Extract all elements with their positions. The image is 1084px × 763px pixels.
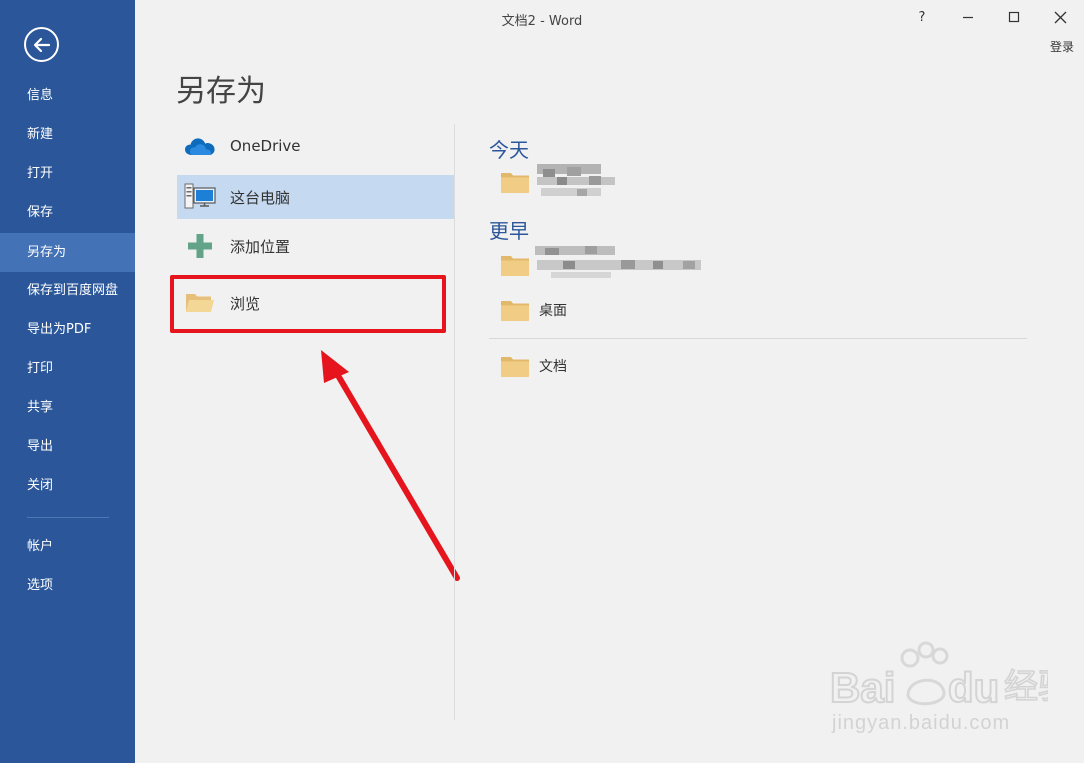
recent-folder-earlier[interactable] [501, 250, 539, 280]
svg-text:经验: 经验 [1004, 667, 1048, 707]
svg-text:Bai: Bai [830, 664, 895, 711]
blurred-folder-name [537, 164, 615, 196]
folder-name: 桌面 [539, 303, 567, 319]
blurred-folder-path [535, 246, 701, 278]
recent-folder-today[interactable] [501, 167, 539, 197]
folder-name: 文档 [539, 359, 567, 375]
folder-icon [501, 173, 529, 193]
watermark-url: jingyan.baidu.com [832, 712, 1011, 734]
section-today: 今天 [489, 138, 529, 162]
folder-icon [501, 256, 529, 276]
recent-folder-desktop[interactable]: 桌面 [501, 295, 567, 325]
section-earlier: 更早 [489, 219, 529, 243]
folder-icon [501, 301, 529, 321]
recent-folder-documents[interactable]: 文档 [501, 351, 567, 381]
folder-icon [501, 357, 529, 377]
panel-divider [454, 124, 455, 720]
recent-divider [489, 338, 1027, 339]
svg-text:du: du [948, 664, 999, 711]
